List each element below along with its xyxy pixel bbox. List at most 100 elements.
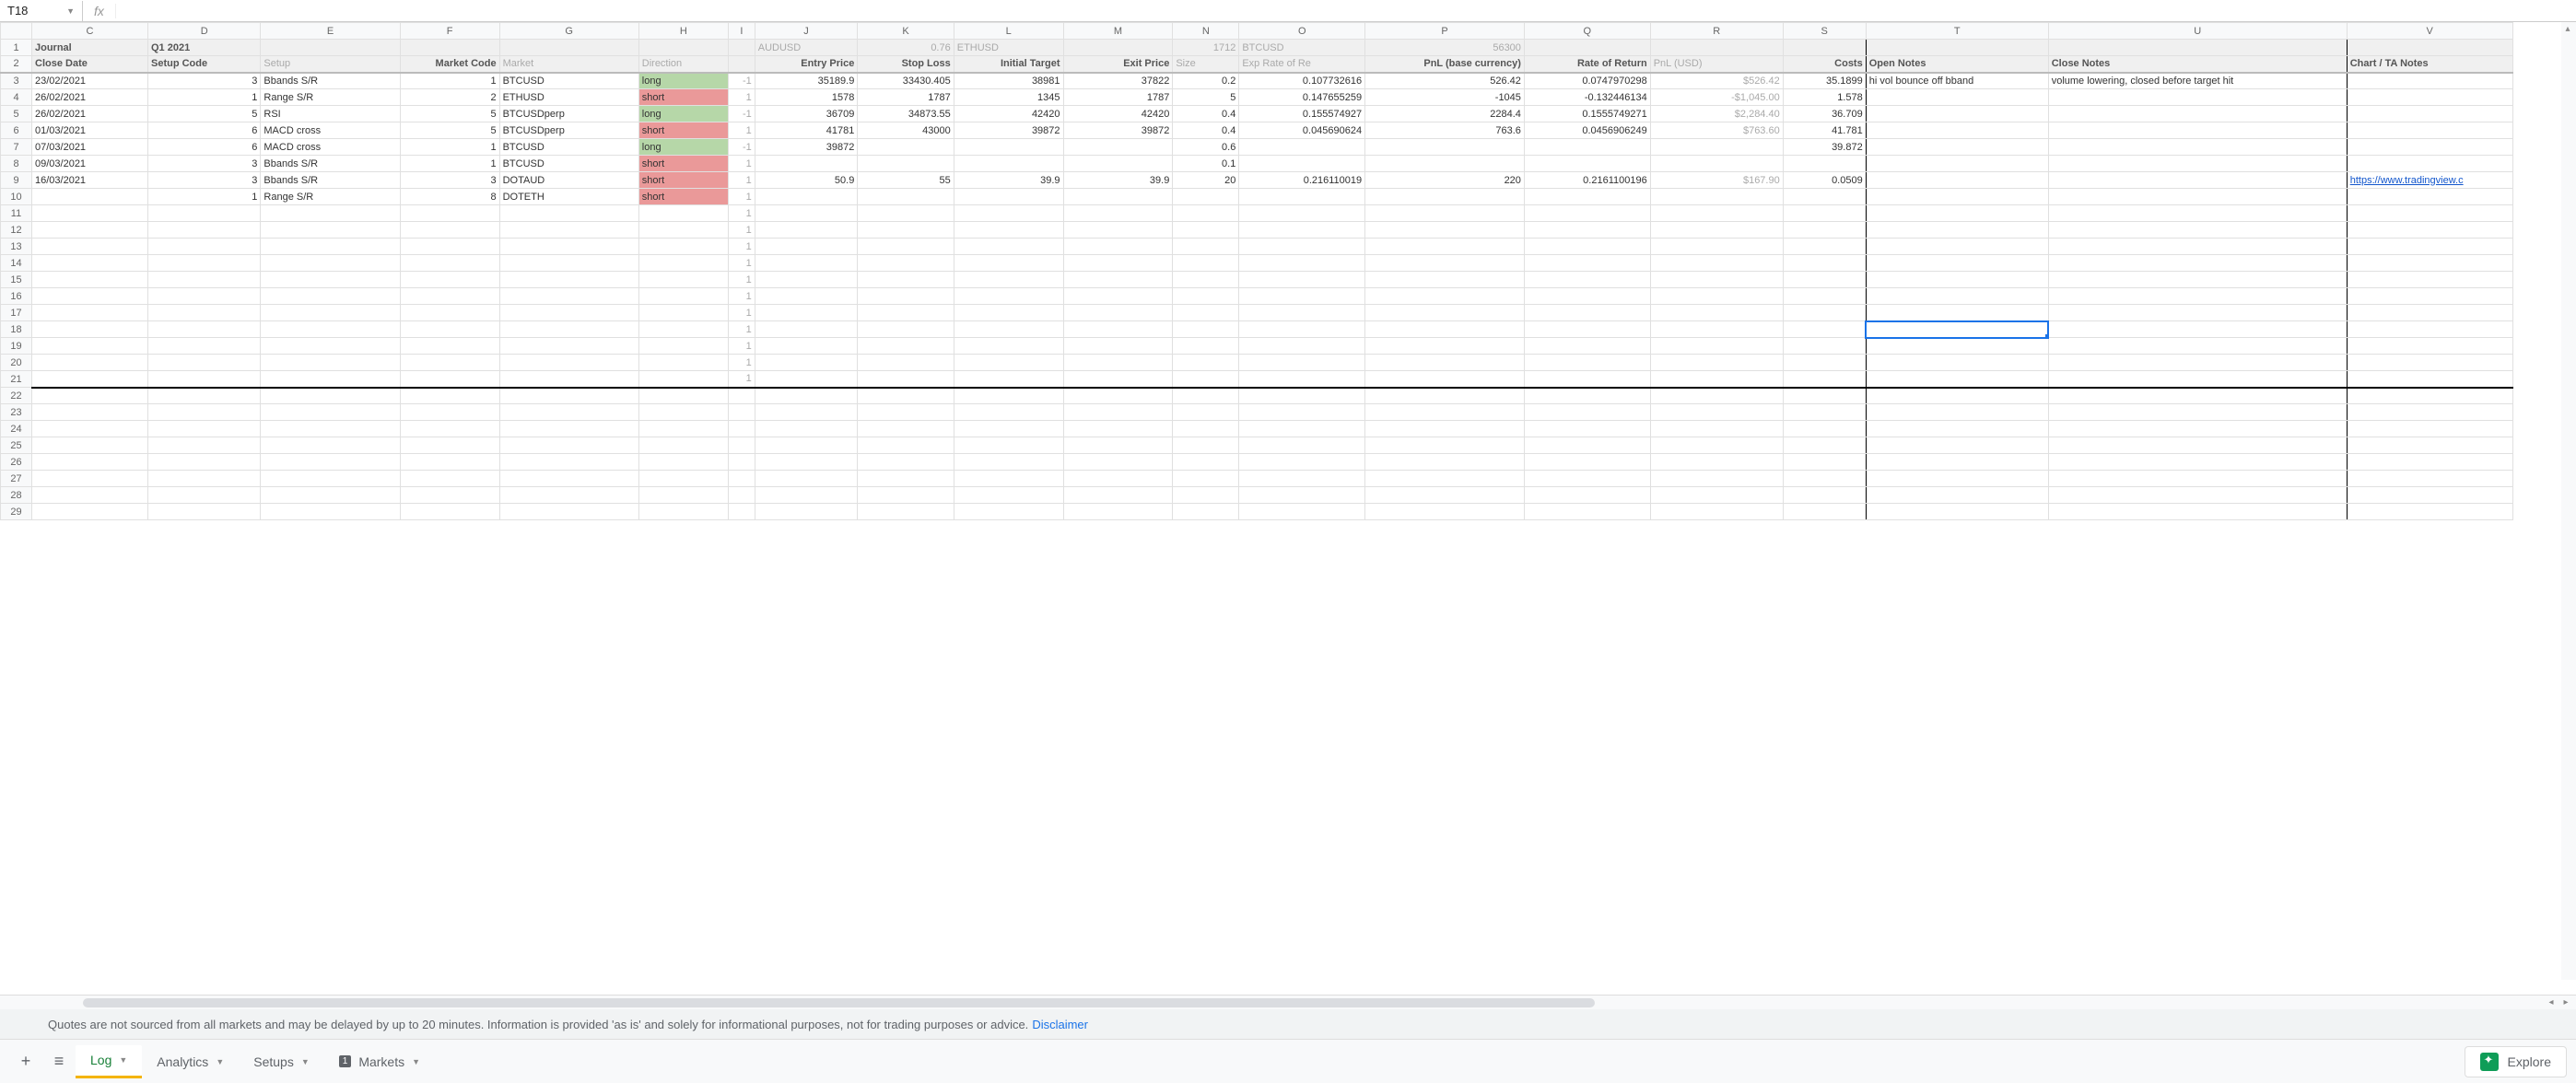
- cell-P18[interactable]: [1365, 321, 1525, 338]
- cell-D15[interactable]: [148, 272, 261, 288]
- row-header-19[interactable]: 19: [1, 338, 32, 355]
- cell-E18[interactable]: [261, 321, 400, 338]
- cell-F17[interactable]: [400, 305, 499, 321]
- cell-L14[interactable]: [954, 255, 1063, 272]
- cell-L15[interactable]: [954, 272, 1063, 288]
- cell-L3[interactable]: 38981: [954, 73, 1063, 89]
- cell-J24[interactable]: [755, 421, 858, 437]
- cell-S25[interactable]: [1783, 437, 1866, 454]
- cell-V7[interactable]: [2347, 139, 2512, 156]
- cell-M24[interactable]: [1063, 421, 1173, 437]
- cell-C12[interactable]: [32, 222, 148, 239]
- cell-N16[interactable]: [1173, 288, 1239, 305]
- cell-C5[interactable]: 26/02/2021: [32, 106, 148, 122]
- cell-O24[interactable]: [1239, 421, 1365, 437]
- cell-T29[interactable]: [1866, 504, 2048, 520]
- cell-L23[interactable]: [954, 404, 1063, 421]
- cell-F26[interactable]: [400, 454, 499, 471]
- cell-T27[interactable]: [1866, 471, 2048, 487]
- cell-G25[interactable]: [499, 437, 638, 454]
- cell-C8[interactable]: 09/03/2021: [32, 156, 148, 172]
- cell-K26[interactable]: [858, 454, 954, 471]
- cell-N20[interactable]: [1173, 355, 1239, 371]
- cell-G1[interactable]: [499, 40, 638, 56]
- cell-R1[interactable]: [1650, 40, 1783, 56]
- cell-V8[interactable]: [2347, 156, 2512, 172]
- cell-O10[interactable]: [1239, 189, 1365, 205]
- cell-P21[interactable]: [1365, 371, 1525, 388]
- cell-P24[interactable]: [1365, 421, 1525, 437]
- cell-H26[interactable]: [638, 454, 728, 471]
- row-header-3[interactable]: 3: [1, 73, 32, 89]
- cell-L12[interactable]: [954, 222, 1063, 239]
- cell-M18[interactable]: [1063, 321, 1173, 338]
- cell-E28[interactable]: [261, 487, 400, 504]
- vertical-scrollbar[interactable]: ▴: [2561, 22, 2576, 980]
- cell-M8[interactable]: [1063, 156, 1173, 172]
- cell-P15[interactable]: [1365, 272, 1525, 288]
- cell-H17[interactable]: [638, 305, 728, 321]
- cell-E16[interactable]: [261, 288, 400, 305]
- cell-V10[interactable]: [2347, 189, 2512, 205]
- cell-I19[interactable]: 1: [728, 338, 755, 355]
- col-header-N[interactable]: N: [1173, 23, 1239, 40]
- cell-I26[interactable]: [728, 454, 755, 471]
- cell-L24[interactable]: [954, 421, 1063, 437]
- row-header-24[interactable]: 24: [1, 421, 32, 437]
- cell-I21[interactable]: 1: [728, 371, 755, 388]
- cell-Q13[interactable]: [1524, 239, 1650, 255]
- row-header-1[interactable]: 1: [1, 40, 32, 56]
- cell-M20[interactable]: [1063, 355, 1173, 371]
- cell-O15[interactable]: [1239, 272, 1365, 288]
- cell-V1[interactable]: [2347, 40, 2512, 56]
- cell-V12[interactable]: [2347, 222, 2512, 239]
- cell-M26[interactable]: [1063, 454, 1173, 471]
- col-header-J[interactable]: J: [755, 23, 858, 40]
- cell-D16[interactable]: [148, 288, 261, 305]
- cell-T3[interactable]: hi vol bounce off bband: [1866, 73, 2048, 89]
- row-header-16[interactable]: 16: [1, 288, 32, 305]
- cell-C15[interactable]: [32, 272, 148, 288]
- col-header-O[interactable]: O: [1239, 23, 1365, 40]
- cell-D29[interactable]: [148, 504, 261, 520]
- cell-J15[interactable]: [755, 272, 858, 288]
- scroll-left-icon[interactable]: ◂: [2545, 996, 2558, 1008]
- cell-T25[interactable]: [1866, 437, 2048, 454]
- cell-O25[interactable]: [1239, 437, 1365, 454]
- cell-J19[interactable]: [755, 338, 858, 355]
- cell-Q6[interactable]: 0.0456906249: [1524, 122, 1650, 139]
- cell-H20[interactable]: [638, 355, 728, 371]
- cell-O26[interactable]: [1239, 454, 1365, 471]
- cell-N17[interactable]: [1173, 305, 1239, 321]
- cell-H6[interactable]: short: [638, 122, 728, 139]
- cell-I25[interactable]: [728, 437, 755, 454]
- cell-I7[interactable]: -1: [728, 139, 755, 156]
- cell-L29[interactable]: [954, 504, 1063, 520]
- cell-F10[interactable]: 8: [400, 189, 499, 205]
- cell-L20[interactable]: [954, 355, 1063, 371]
- select-all-corner[interactable]: [1, 23, 32, 40]
- cell-V26[interactable]: [2347, 454, 2512, 471]
- cell-T18[interactable]: [1866, 321, 2048, 338]
- cell-C11[interactable]: [32, 205, 148, 222]
- cell-H11[interactable]: [638, 205, 728, 222]
- cell-J25[interactable]: [755, 437, 858, 454]
- cell-T9[interactable]: [1866, 172, 2048, 189]
- cell-O9[interactable]: 0.216110019: [1239, 172, 1365, 189]
- cell-L28[interactable]: [954, 487, 1063, 504]
- row-header-22[interactable]: 22: [1, 388, 32, 404]
- cell-D13[interactable]: [148, 239, 261, 255]
- cell-H1[interactable]: [638, 40, 728, 56]
- cell-T8[interactable]: [1866, 156, 2048, 172]
- cell-H12[interactable]: [638, 222, 728, 239]
- cell-T12[interactable]: [1866, 222, 2048, 239]
- cell-T28[interactable]: [1866, 487, 2048, 504]
- row-header-27[interactable]: 27: [1, 471, 32, 487]
- cell-O29[interactable]: [1239, 504, 1365, 520]
- cell-Q27[interactable]: [1524, 471, 1650, 487]
- cell-R3[interactable]: $526.42: [1650, 73, 1783, 89]
- cell-F16[interactable]: [400, 288, 499, 305]
- cell-U22[interactable]: [2048, 388, 2347, 404]
- cell-K12[interactable]: [858, 222, 954, 239]
- cell-C27[interactable]: [32, 471, 148, 487]
